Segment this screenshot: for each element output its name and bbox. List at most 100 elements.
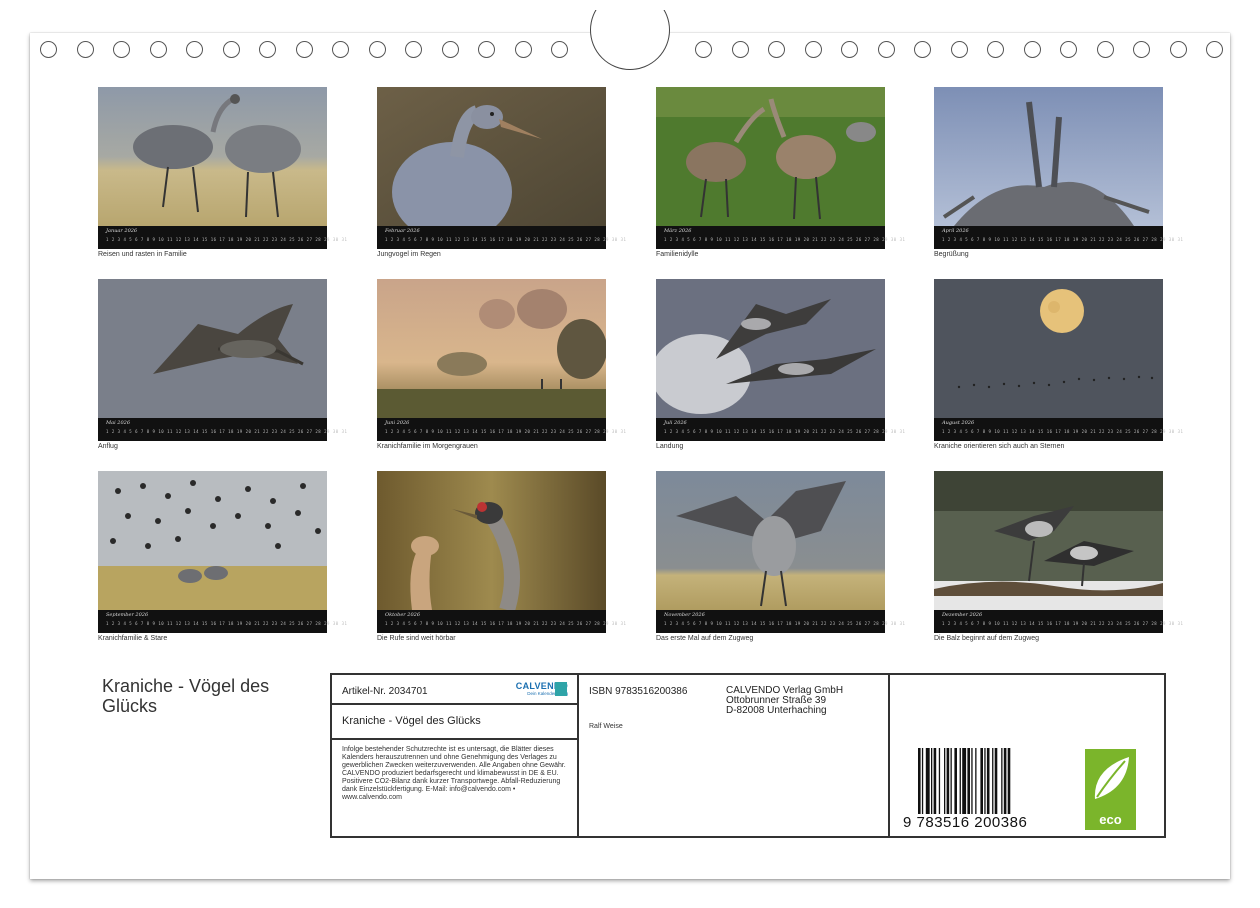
photo-caption: Begrüßung — [934, 251, 969, 258]
calendar-strip: April 2026 1 2 3 4 5 6 7 8 9 10 11 12 13… — [934, 226, 1183, 249]
photo-february — [377, 87, 606, 226]
day-numbers: 1 2 3 4 5 6 7 8 9 10 11 12 13 14 15 16 1… — [385, 237, 627, 242]
photo-caption: Die Balz beginnt auf dem Zugweg — [934, 635, 1040, 642]
barcode-bar — [992, 748, 994, 814]
photo-december — [934, 471, 1163, 610]
binding-ring — [1169, 41, 1187, 58]
photo-october — [377, 471, 606, 610]
day-numbers: 1 2 3 4 5 6 7 8 9 10 11 12 13 14 15 16 1… — [664, 621, 906, 626]
binding-ring — [368, 41, 386, 58]
product-title: Kraniche - Vögel des Glücks — [342, 715, 481, 727]
month-label: April 2026 — [942, 228, 969, 234]
leaf-icon — [1094, 757, 1129, 799]
calendar-strip: Januar 2026 1 2 3 4 5 6 7 8 9 10 11 12 1… — [98, 226, 347, 249]
month-label: März 2026 — [664, 228, 692, 234]
photo-caption: Das erste Mal auf dem Zugweg — [656, 635, 754, 642]
binding-ring — [804, 41, 822, 58]
binding-ring — [1206, 41, 1223, 58]
binding-ring — [987, 41, 1004, 58]
month-label: September 2026 — [106, 612, 149, 618]
barcode-bar — [954, 748, 957, 814]
barcode-bar — [1003, 748, 1007, 814]
photo-caption: Reisen und rasten in Familie — [98, 251, 187, 258]
binding-ring — [1023, 41, 1041, 58]
binding-ring — [332, 41, 349, 58]
barcode-bar — [962, 748, 967, 814]
photo-caption: Kranichfamilie & Stare — [98, 635, 168, 642]
month-label: Juni 2026 — [385, 420, 410, 426]
binding-ring — [222, 41, 240, 58]
binding-ring — [295, 41, 313, 58]
month-label: Dezember 2026 — [942, 612, 983, 618]
photo-caption: Landung — [656, 443, 684, 450]
binding-ring — [1133, 41, 1150, 58]
barcode-bar — [933, 748, 937, 814]
day-numbers: 1 2 3 4 5 6 7 8 9 10 11 12 13 14 15 16 1… — [385, 621, 627, 626]
calendar-strip: September 2026 1 2 3 4 5 6 7 8 9 10 11 1… — [98, 610, 347, 633]
isbn-barcode — [918, 748, 1011, 814]
binding-ring — [877, 41, 895, 58]
day-numbers: 1 2 3 4 5 6 7 8 9 10 11 12 13 14 15 16 1… — [106, 237, 348, 242]
calendar-strip: März 2026 1 2 3 4 5 6 7 8 9 10 11 12 13 … — [656, 226, 905, 249]
day-numbers: 1 2 3 4 5 6 7 8 9 10 11 12 13 14 15 16 1… — [664, 429, 906, 434]
binding-ring — [149, 41, 167, 58]
binding-ring — [405, 41, 422, 58]
photo-august — [934, 279, 1163, 418]
photo-caption: Die Rufe sind weit hörbar — [377, 635, 456, 642]
photo-caption: Kraniche orientieren sich auch an Sterne… — [934, 443, 1065, 450]
barcode-bar — [967, 748, 970, 814]
barcode-number: 9 783516 200386 — [903, 814, 1028, 831]
month-card-march: März 2026 1 2 3 4 5 6 7 8 9 10 11 12 13 … — [656, 87, 905, 258]
photo-january — [98, 87, 327, 226]
binding-ring — [40, 41, 57, 58]
binding-ring — [950, 41, 968, 58]
binding-ring — [695, 41, 712, 58]
binding-ring — [914, 41, 931, 58]
barcode-bar — [946, 748, 950, 814]
barcode-bar — [971, 748, 973, 814]
day-numbers: 1 2 3 4 5 6 7 8 9 10 11 12 13 14 15 16 1… — [385, 429, 627, 434]
binding-ring — [1096, 41, 1114, 58]
calendar-strip: Februar 2026 1 2 3 4 5 6 7 8 9 10 11 12 … — [377, 226, 626, 249]
month-card-september: September 2026 1 2 3 4 5 6 7 8 9 10 11 1… — [98, 471, 347, 642]
binding-ring — [113, 41, 130, 58]
barcode-bar — [994, 748, 998, 814]
barcode-bar — [921, 748, 924, 814]
binding-ring — [1060, 41, 1077, 58]
month-card-january: Januar 2026 1 2 3 4 5 6 7 8 9 10 11 12 1… — [98, 87, 347, 258]
author-name: Ralf Weise — [589, 723, 623, 730]
month-card-july: Juli 2026 1 2 3 4 5 6 7 8 9 10 11 12 13 … — [656, 279, 905, 450]
barcode-bar — [959, 748, 961, 814]
binding-ring — [731, 41, 749, 58]
calendar-title: Kraniche - Vögel des Glücks — [102, 676, 270, 716]
calendar-strip: Mai 2026 1 2 3 4 5 6 7 8 9 10 11 12 13 1… — [98, 418, 347, 441]
photo-april — [934, 87, 1163, 226]
eco-badge: eco — [1085, 749, 1136, 830]
month-card-may: Mai 2026 1 2 3 4 5 6 7 8 9 10 11 12 13 1… — [98, 279, 347, 450]
calendar-strip: Dezember 2026 1 2 3 4 5 6 7 8 9 10 11 12… — [934, 610, 1183, 633]
photo-caption: Jungvogel im Regen — [377, 251, 441, 258]
photo-november — [656, 471, 885, 610]
month-label: November 2026 — [664, 612, 705, 618]
month-label: Mai 2026 — [106, 420, 131, 426]
eco-label: eco — [1099, 812, 1122, 827]
day-numbers: 1 2 3 4 5 6 7 8 9 10 11 12 13 14 15 16 1… — [106, 621, 348, 626]
binding-ring — [186, 41, 203, 58]
month-label: Juli 2026 — [664, 420, 687, 426]
publisher-address: CALVENDO Verlag GmbH Ottobrunner Straße … — [726, 686, 843, 716]
binding-ring — [76, 41, 94, 58]
calendar-strip: Juli 2026 1 2 3 4 5 6 7 8 9 10 11 12 13 … — [656, 418, 905, 441]
binding-ring — [441, 41, 459, 58]
month-card-april: April 2026 1 2 3 4 5 6 7 8 9 10 11 12 13… — [934, 87, 1183, 258]
hanger-hook — [590, 10, 670, 71]
photo-september — [98, 471, 327, 610]
barcode-bar — [944, 748, 946, 814]
photo-caption: Anflug — [98, 443, 118, 450]
calendar-strip: November 2026 1 2 3 4 5 6 7 8 9 10 11 12… — [656, 610, 905, 633]
barcode-bar — [1001, 748, 1003, 814]
binding-ring — [259, 41, 276, 58]
barcode-bar — [950, 748, 952, 814]
barcode-bar — [918, 748, 921, 814]
barcode-bar — [938, 748, 941, 814]
day-numbers: 1 2 3 4 5 6 7 8 9 10 11 12 13 14 15 16 1… — [942, 429, 1184, 434]
